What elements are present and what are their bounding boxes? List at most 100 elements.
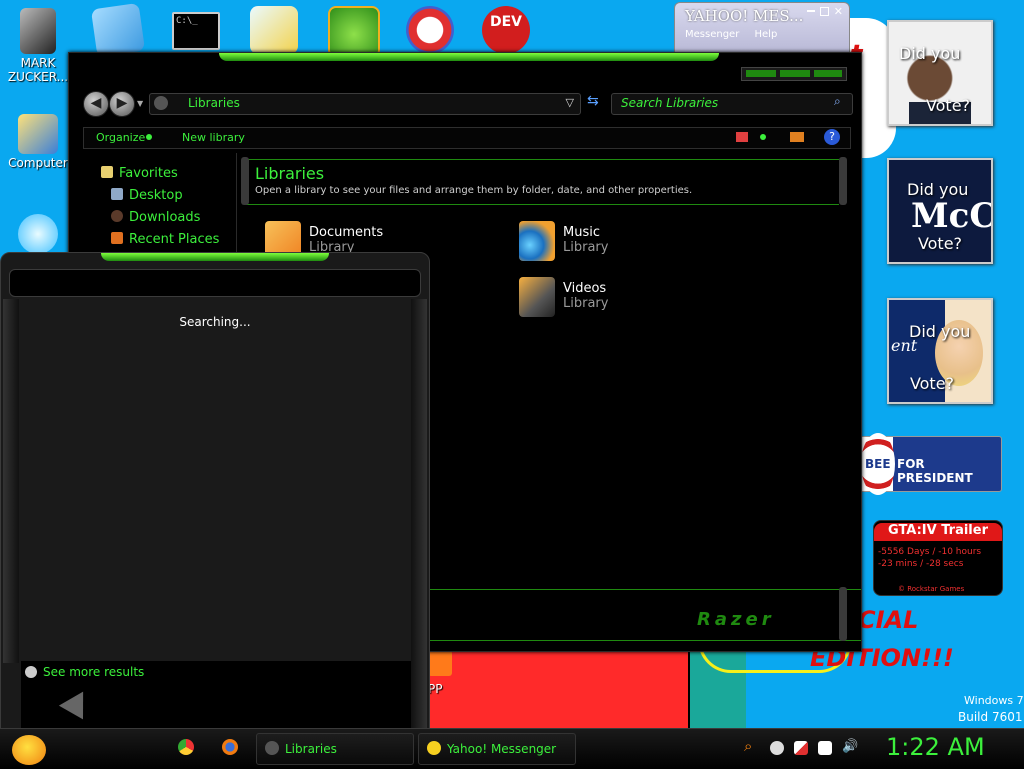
desktop-partial-label: PP (428, 682, 443, 696)
back-button[interactable]: ◀ (83, 91, 109, 117)
star-icon (101, 166, 113, 178)
taskbar-clock[interactable]: 1:22 AM (886, 733, 985, 761)
search-icon: ⌕ (834, 94, 841, 108)
person-file-icon (20, 8, 56, 54)
minimize-button[interactable] (807, 10, 815, 12)
close-button[interactable] (814, 70, 842, 77)
header-bracket-right (839, 157, 847, 205)
notes-shortcut-icon[interactable] (90, 2, 146, 58)
wallpaper-red-shape (428, 650, 698, 728)
search-input[interactable]: Search Libraries ⌕ (611, 93, 853, 115)
see-more-label: See more results (43, 665, 145, 679)
tray-messenger-icon[interactable] (770, 741, 784, 755)
clinton-overlay-text: ent (891, 336, 918, 355)
see-more-results-link[interactable]: See more results (25, 665, 144, 679)
vote-line-1: Did you (899, 44, 961, 63)
vote-gadget-obama[interactable]: Did you Vote? (887, 20, 993, 126)
taskbar-button-label: Libraries (285, 742, 337, 756)
address-bar[interactable]: Libraries ▽ (149, 93, 581, 115)
recent-pages-dropdown[interactable]: ▼ (137, 99, 143, 108)
minimize-button[interactable] (746, 70, 776, 77)
start-search-panel[interactable]: Searching... See more results (0, 252, 430, 730)
new-library-button[interactable]: New library (182, 131, 245, 144)
panel-left-rail (3, 299, 19, 663)
refresh-icon[interactable]: ⇆ (587, 93, 599, 109)
details-bracket-right (839, 587, 847, 641)
taskbar-button-libraries[interactable]: Libraries (256, 733, 414, 765)
mccain-overlay-text: McC (911, 196, 993, 236)
computer-icon (18, 114, 58, 154)
library-header-subtitle: Open a library to see your files and arr… (255, 185, 693, 196)
tray-volume-icon[interactable]: 🔊 (842, 739, 858, 754)
preview-pane-icon[interactable] (790, 132, 804, 142)
tray-action-center-icon[interactable] (794, 741, 808, 755)
library-videos[interactable]: Videos Library (519, 277, 608, 317)
library-documents[interactable]: Documents Library (265, 221, 383, 261)
nav-item-label: Downloads (129, 210, 201, 225)
dev-cpp-icon[interactable]: DEV (482, 6, 530, 54)
maximize-button[interactable] (780, 70, 810, 77)
address-text: Libraries (188, 96, 240, 110)
vote-gadget-clinton[interactable]: Did you ent Vote? (887, 298, 993, 404)
nav-desktop[interactable]: Desktop (111, 188, 183, 203)
windows-version-line-2: Build 7601 (958, 710, 1023, 724)
view-options-icon[interactable] (736, 132, 748, 142)
huckabee-text: FOR PRESIDENT (897, 457, 973, 485)
command-prompt-icon[interactable]: C:\_ (172, 12, 220, 50)
search-result-icon (25, 666, 37, 678)
library-type: Library (563, 240, 609, 255)
firefox-icon[interactable] (222, 739, 238, 755)
yahoo-smiley-icon (427, 741, 441, 755)
vote-line-1: Did you (909, 322, 971, 341)
maximize-button[interactable] (820, 7, 829, 16)
recent-places-icon (111, 232, 123, 244)
search-status: Searching... (179, 315, 251, 329)
gta-countdown-gadget[interactable]: GTA:IV Trailer -5556 Days / -10 hours -2… (873, 520, 1003, 596)
taskbar-button-yahoo[interactable]: Yahoo! Messenger (418, 733, 576, 765)
yahoo-window-title: YAHOO! MES... (685, 7, 804, 25)
vote-line-2: Vote? (917, 234, 963, 253)
search-placeholder: Search Libraries (621, 96, 719, 110)
library-header-title: Libraries (255, 164, 325, 183)
tray-search-icon[interactable]: ⌕ (744, 737, 752, 755)
help-icon[interactable]: ? (824, 129, 840, 145)
wallpaper-edition-text-1: CIAL (858, 606, 919, 634)
desktop-icon-mark-zucker[interactable]: MARK ZUCKER... (6, 8, 70, 84)
gta-line-2: -23 mins / -28 secs (878, 559, 964, 569)
nav-item-label: Recent Places (129, 232, 220, 247)
chrome-icon[interactable] (178, 739, 194, 755)
organize-dot-icon (146, 134, 152, 140)
address-dropdown-icon[interactable]: ▽ (566, 96, 574, 109)
angry-birds-icon[interactable] (328, 6, 380, 58)
nav-item-label: Desktop (129, 188, 183, 203)
desktop-icon-partial[interactable] (6, 214, 70, 256)
desktop-icon-computer[interactable]: Computer (6, 114, 70, 170)
tray-network-icon[interactable] (818, 741, 832, 755)
forward-button[interactable]: ▶ (109, 91, 135, 117)
huckabee-part: BEE (865, 457, 891, 471)
folder-app-icon[interactable] (250, 6, 298, 54)
nav-recent-places[interactable]: Recent Places (111, 232, 219, 247)
vote-gadget-mccain[interactable]: Did you McC Vote? (887, 158, 993, 264)
close-button[interactable]: ✕ (834, 5, 843, 18)
window-controls (741, 67, 847, 81)
nav-favorites[interactable]: Favorites (101, 166, 178, 181)
menu-help[interactable]: Help (755, 29, 778, 40)
library-music[interactable]: Music Library (519, 221, 609, 261)
desktop-icon-label: Computer (8, 156, 68, 170)
window-accent-tab (219, 53, 719, 61)
p-app-icon[interactable] (406, 6, 454, 54)
gta-footer: © Rockstar Games (898, 585, 965, 593)
taskbar: Libraries Yahoo! Messenger ⌕ 🔊 1:22 AM (0, 728, 1024, 769)
start-button[interactable] (12, 735, 46, 765)
yahoo-messenger-window[interactable]: YAHOO! MES... ✕ Messenger Help (674, 2, 850, 56)
vote-line-2: Vote? (925, 96, 971, 115)
nav-downloads[interactable]: Downloads (111, 210, 200, 225)
huckabee-gadget[interactable]: BEE FOR PRESIDENT (858, 433, 1002, 495)
view-dot-icon (760, 134, 766, 140)
library-header: Libraries Open a library to see your fil… (245, 159, 839, 205)
panel-top-bar (9, 269, 421, 297)
organize-button[interactable]: Organize (96, 131, 145, 144)
menu-messenger[interactable]: Messenger (685, 29, 739, 40)
yahoo-menu: Messenger Help (685, 29, 777, 40)
